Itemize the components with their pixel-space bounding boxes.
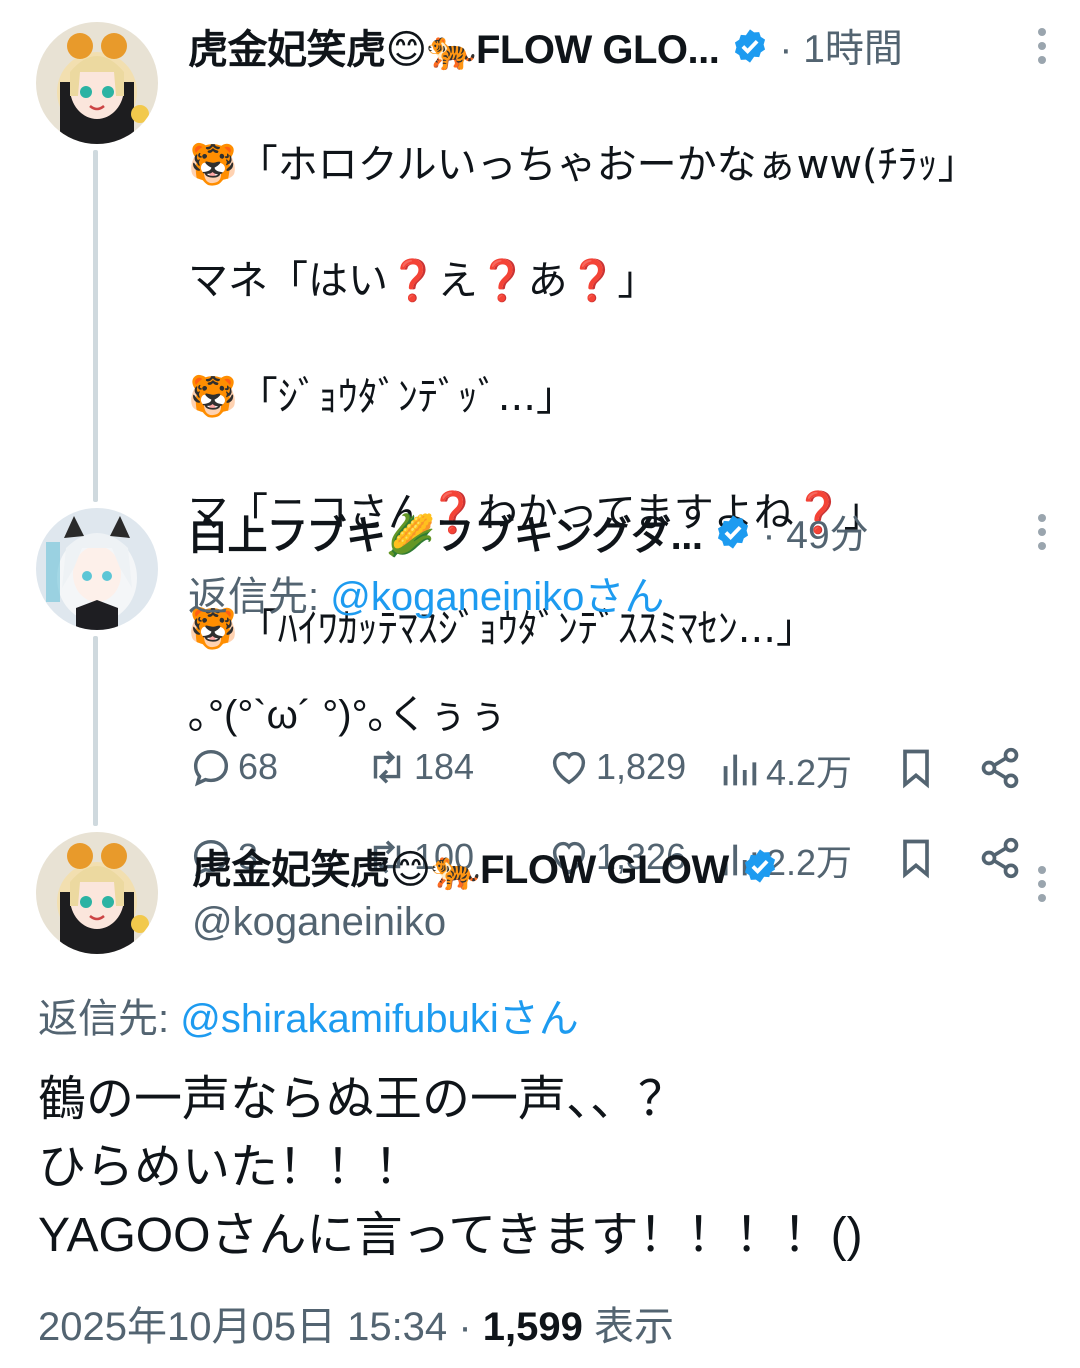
main-tweet-text: 鶴の一声ならぬ王の一声、、？ ひらめいた！！！ YAGOOさんに言ってきます！！… <box>38 1066 1040 1270</box>
more-options-icon[interactable] <box>1032 504 1052 560</box>
tweet-time[interactable]: · 1時間 <box>779 18 903 74</box>
tweet-line: ひらめいた！！！ <box>38 1141 423 1194</box>
tweet-header: 虎金妃笑虎😊🐅FLOW GLO... · 1時間 <box>188 18 1052 74</box>
tweet-header: 白上フブキ🌽フブキングダ... · 49分 <box>188 504 1052 560</box>
views-label: 表示 <box>593 1305 674 1349</box>
tweet-line: マネ「はい❓え❓あ❓」 <box>188 258 658 304</box>
verified-badge-icon <box>744 849 775 883</box>
tweet-line: 鶴の一声ならぬ王の一声、、？ <box>38 1073 687 1126</box>
tweet-timestamp[interactable]: 2025年10月05日 15:34 <box>38 1305 447 1349</box>
tweet-line: 🐯「ｼﾞｮｳﾀﾞﾝﾃﾞｯﾞ...」 <box>188 374 576 420</box>
avatar[interactable] <box>36 22 158 144</box>
tweet-text: ｡°(°`ω´ °)°｡くぅぅ <box>188 628 1052 802</box>
verified-badge-icon <box>735 29 766 63</box>
reply-to: 返信先: @shirakamifubukiさん <box>38 997 579 1041</box>
verified-badge-icon <box>718 515 749 549</box>
display-name[interactable]: 虎金妃笑虎😊🐅FLOW GLOW <box>192 837 729 895</box>
avatar[interactable] <box>36 508 158 630</box>
avatar[interactable] <box>36 832 158 954</box>
views-count: 1,599 <box>482 1305 583 1349</box>
reply-handle-link[interactable]: @shirakamifubukiさん <box>180 997 579 1041</box>
tweet[interactable]: 白上フブキ🌽フブキングダ... · 49分 返信先: @koganeinikoさ… <box>188 504 1052 894</box>
reply-to: 返信先: @koganeinikoさん <box>188 575 665 619</box>
display-name[interactable]: 白上フブキ🌽フブキングダ... <box>188 503 703 561</box>
reply-handle-link[interactable]: @koganeinikoさん <box>330 575 664 619</box>
tweet-timestamp-row: 2025年10月05日 15:34 · 1,599 表示 <box>38 1305 674 1349</box>
tweet-line: 🐯「ホロクルいっちゃおーかなぁww(ﾁﾗｯ」 <box>188 142 978 188</box>
thread-line <box>93 636 98 826</box>
more-options-icon[interactable] <box>1032 856 1052 912</box>
display-name[interactable]: 虎金妃笑虎😊🐅FLOW GLO... <box>188 17 720 75</box>
more-options-icon[interactable] <box>1032 18 1052 74</box>
tweet-line: ｡°(°`ω´ °)°｡くぅぅ <box>188 693 508 737</box>
tweet-line: YAGOOさんに言ってきます！！！！() <box>38 1209 863 1262</box>
user-handle[interactable]: @koganeiniko <box>192 900 1052 945</box>
main-tweet-header: 虎金妃笑虎😊🐅FLOW GLOW @koganeiniko <box>192 838 1052 945</box>
tweet-time[interactable]: · 49分 <box>762 504 868 560</box>
thread-line <box>93 150 98 502</box>
